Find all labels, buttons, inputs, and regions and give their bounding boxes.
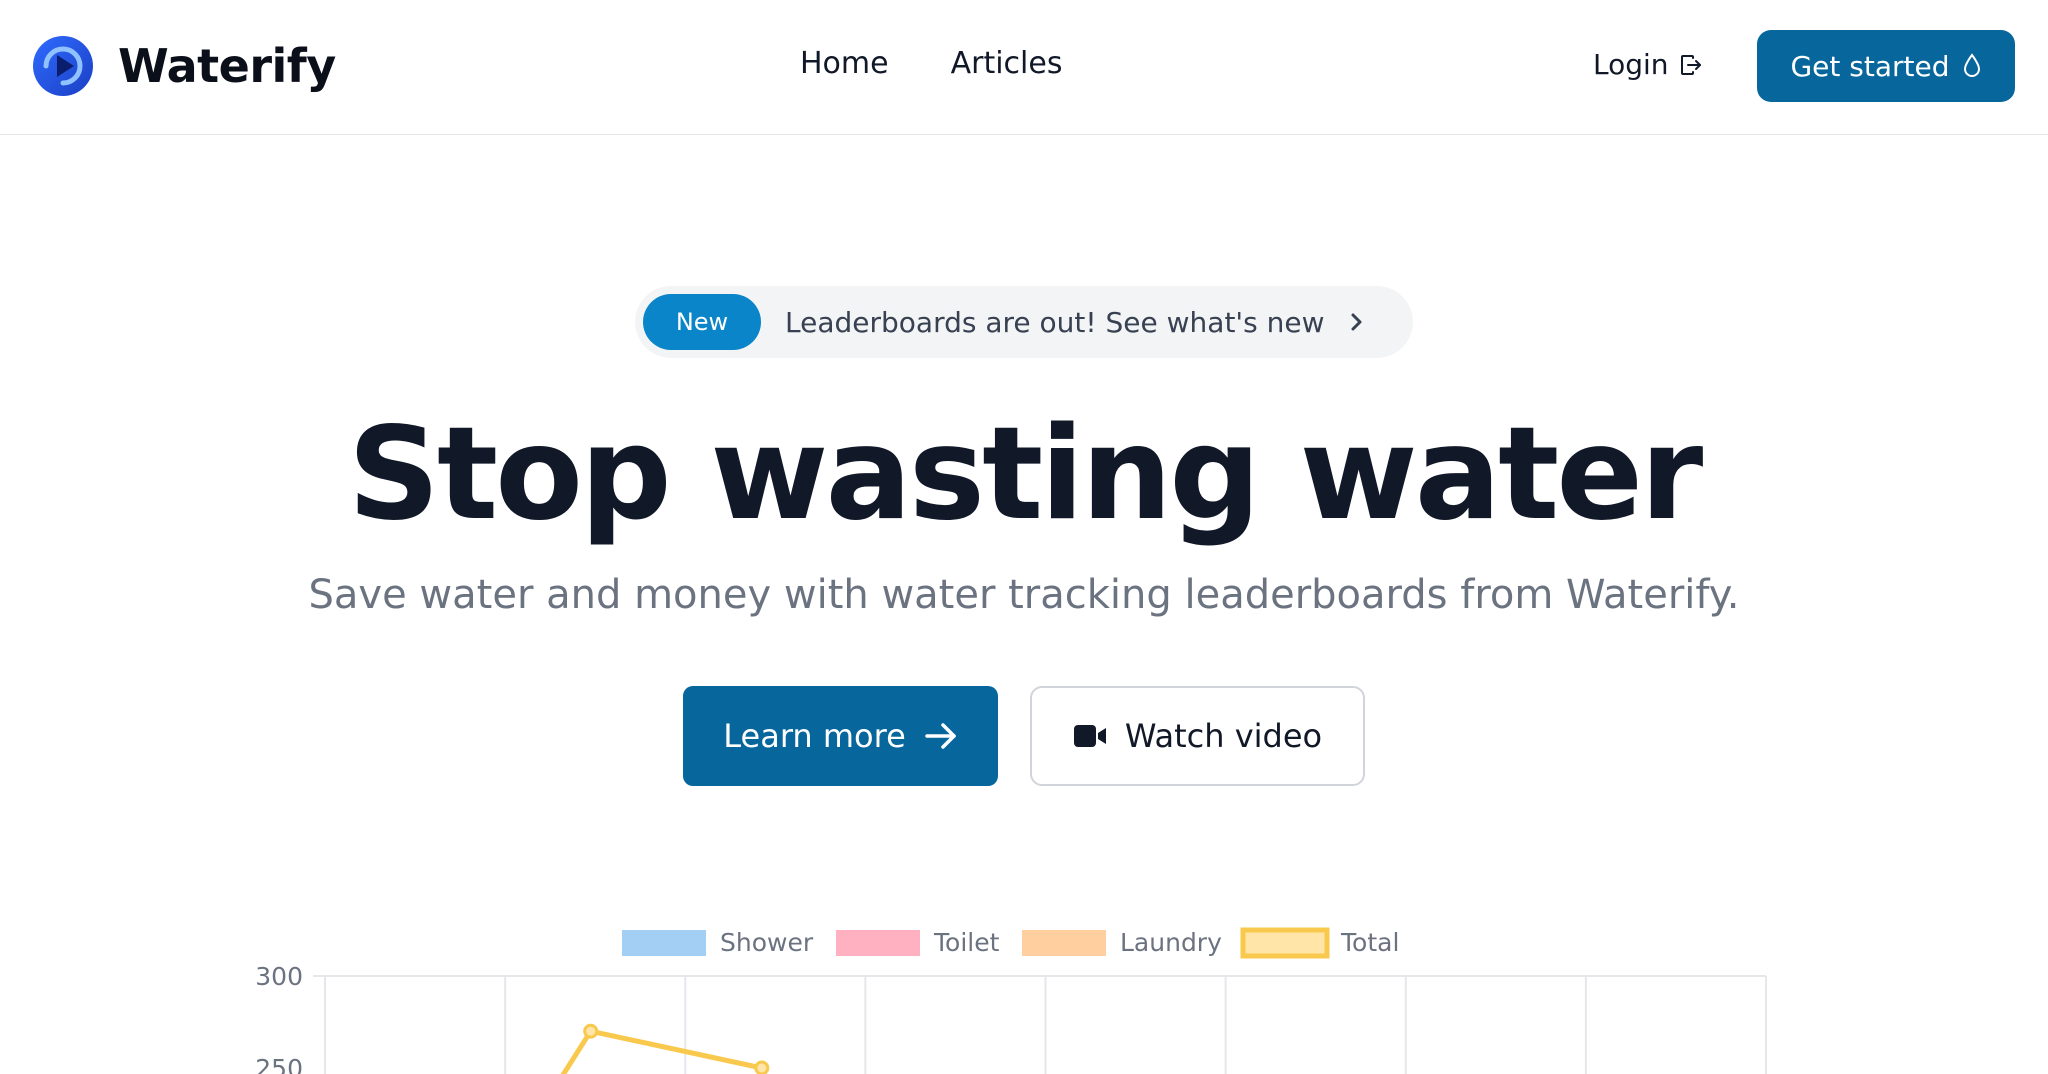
chevron-right-icon [1351, 313, 1362, 331]
arrow-right-icon [925, 723, 956, 749]
brand[interactable]: Waterify [32, 35, 336, 97]
legend-label-toilet: Toilet [933, 928, 1000, 957]
legend-swatch-toilet [836, 930, 920, 956]
y-tick-label: 250 [255, 1054, 303, 1074]
chart-legend: Shower Toilet Laundry Total [622, 927, 1399, 959]
chart-y-axis: 300 250 [255, 962, 303, 1074]
login-label: Login [1593, 48, 1669, 81]
login-link[interactable]: Login [1593, 48, 1703, 81]
logout-arrow-icon [1680, 54, 1701, 75]
get-started-label: Get started [1790, 49, 1950, 83]
nav-home[interactable]: Home [800, 46, 889, 81]
video-camera-icon [1073, 725, 1106, 747]
waterify-logo-icon [33, 36, 93, 96]
legend-label-laundry: Laundry [1120, 928, 1222, 957]
watch-video-label: Watch video [1124, 717, 1323, 755]
nav-articles[interactable]: Articles [951, 46, 1063, 81]
y-tick-label: 300 [255, 962, 303, 991]
chart-grid [313, 975, 1767, 1074]
learn-more-button[interactable]: Learn more [683, 686, 998, 786]
brand-name: Waterify [118, 39, 336, 93]
legend-swatch-laundry [1022, 930, 1106, 956]
water-drop-icon [1963, 53, 1980, 77]
announcement-text: Leaderboards are out! See what's new [785, 305, 1325, 339]
hero-title: Stop wasting water [347, 400, 1703, 549]
get-started-button[interactable]: Get started [1757, 30, 2015, 102]
hero-subtitle: Save water and money with water tracking… [308, 572, 1740, 618]
water-usage-chart: Shower Toilet Laundry Total 300 250 [255, 927, 1767, 1074]
announcement-pill[interactable]: New Leaderboards are out! See what's new [635, 286, 1413, 358]
data-point-total [754, 1060, 770, 1074]
data-point-total [583, 1023, 599, 1039]
series-line-total [560, 1028, 763, 1074]
legend-label-shower: Shower [720, 928, 814, 957]
site-header: Waterify Home Articles Login Get started [0, 0, 2048, 135]
watch-video-button[interactable]: Watch video [1030, 686, 1365, 786]
legend-label-total: Total [1340, 928, 1399, 957]
chart-series [560, 1023, 770, 1074]
legend-swatch-total [1240, 927, 1330, 959]
new-badge: New [643, 294, 761, 350]
main-nav: Home Articles [800, 46, 1062, 81]
legend-swatch-shower [622, 930, 706, 956]
learn-more-label: Learn more [723, 717, 906, 755]
